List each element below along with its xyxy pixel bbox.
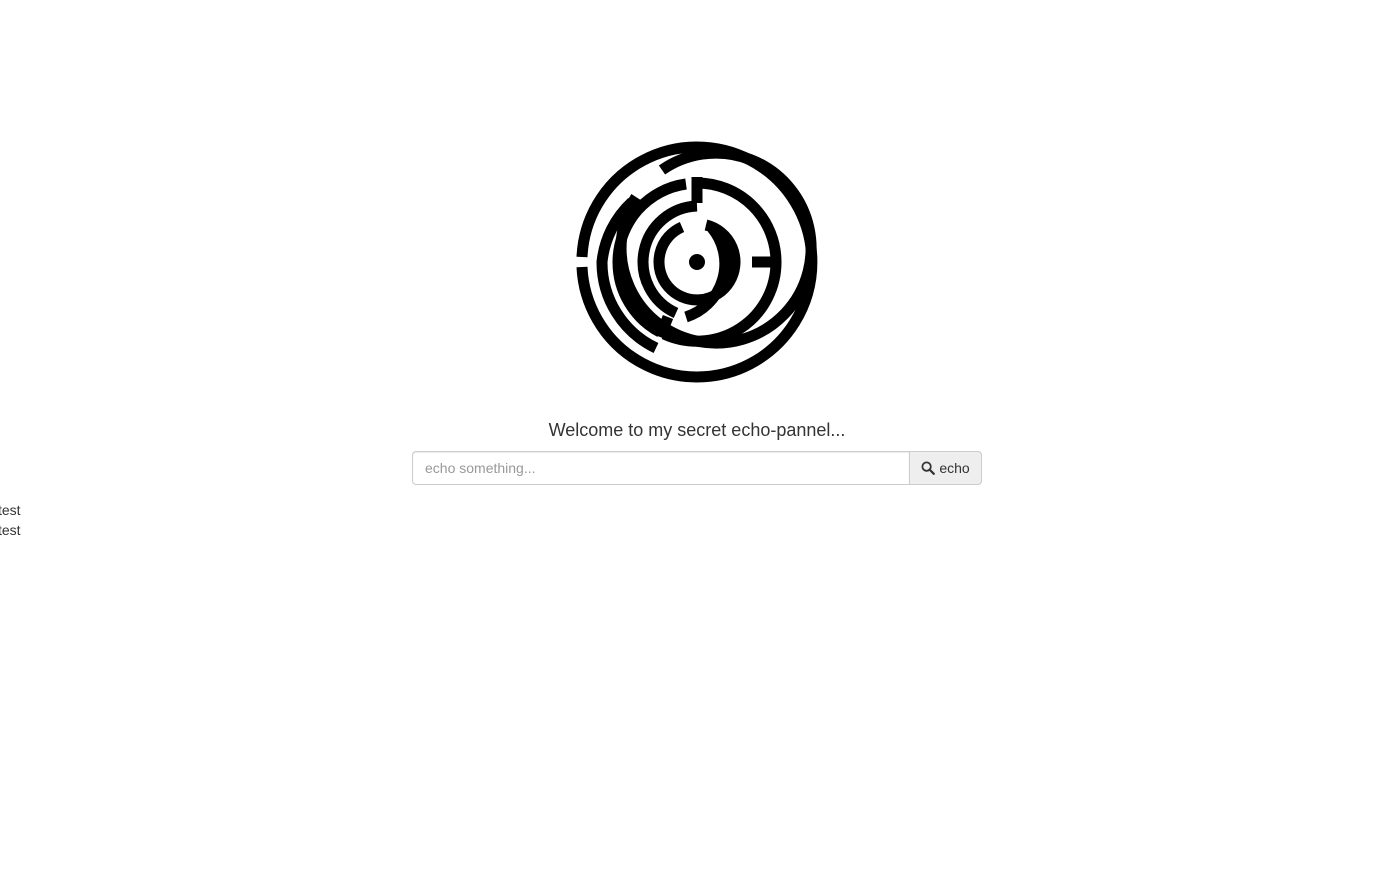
welcome-message: Welcome to my secret echo-pannel... bbox=[548, 420, 846, 440]
output-line: test bbox=[0, 522, 21, 538]
echo-form: echo bbox=[412, 451, 982, 485]
echo-button-label: echo bbox=[939, 460, 970, 476]
echo-input[interactable] bbox=[412, 451, 909, 485]
search-icon bbox=[921, 461, 936, 475]
output-line: test bbox=[0, 502, 21, 518]
maze-icon bbox=[576, 141, 818, 383]
echo-button[interactable]: echo bbox=[909, 451, 982, 485]
maze-logo bbox=[576, 141, 818, 383]
echo-output: test test bbox=[0, 500, 21, 540]
